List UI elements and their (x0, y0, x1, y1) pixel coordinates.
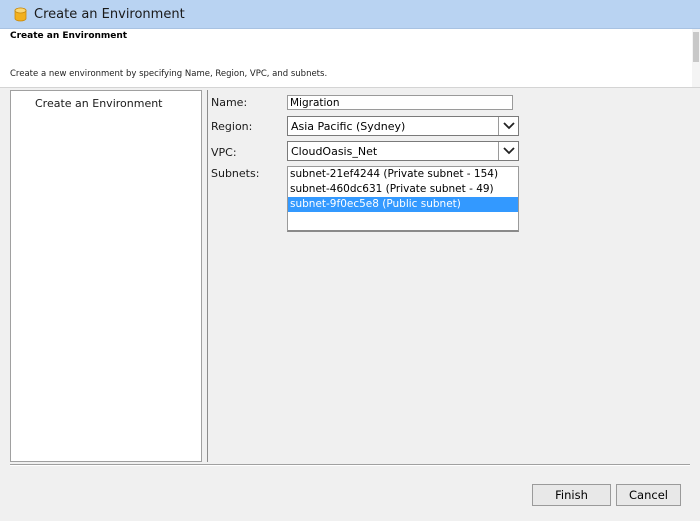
name-label: Name: (211, 96, 248, 109)
header-title: Create an Environment (10, 31, 128, 41)
wizard-steps-pane: Create an Environment (10, 90, 202, 462)
header-scrollbar[interactable] (692, 29, 700, 87)
title-bar: Create an Environment (0, 0, 700, 29)
region-select[interactable]: Asia Pacific (Sydney) (287, 116, 519, 136)
header-description: Create a new environment by specifying N… (10, 69, 328, 79)
cancel-button[interactable]: Cancel (616, 484, 681, 506)
subnet-item[interactable]: subnet-21ef4244 (Private subnet - 154) (288, 167, 518, 182)
vpc-value: CloudOasis_Net (291, 144, 378, 158)
subnets-label: Subnets: (211, 167, 260, 180)
subnet-item-selected[interactable]: subnet-9f0ec5e8 (Public subnet) (288, 197, 518, 212)
database-icon (13, 7, 28, 22)
step-create-environment[interactable]: Create an Environment (35, 97, 163, 110)
scrollbar-thumb[interactable] (693, 32, 699, 62)
wizard-header: Create an Environment Create a new envir… (0, 29, 700, 88)
vpc-select[interactable]: CloudOasis_Net (287, 141, 519, 161)
footer-divider (10, 464, 690, 466)
region-value: Asia Pacific (Sydney) (291, 119, 406, 133)
vpc-dropdown-button[interactable] (498, 142, 518, 160)
window-title: Create an Environment (34, 6, 185, 22)
chevron-down-icon (502, 122, 515, 130)
finish-button[interactable]: Finish (532, 484, 611, 506)
region-label: Region: (211, 120, 253, 133)
vpc-label: VPC: (211, 146, 237, 159)
chevron-down-icon (502, 147, 515, 155)
subnets-listbox[interactable]: subnet-21ef4244 (Private subnet - 154) s… (287, 166, 519, 232)
subnet-item[interactable]: subnet-460dc631 (Private subnet - 49) (288, 182, 518, 197)
name-input[interactable] (287, 95, 513, 110)
region-dropdown-button[interactable] (498, 117, 518, 135)
